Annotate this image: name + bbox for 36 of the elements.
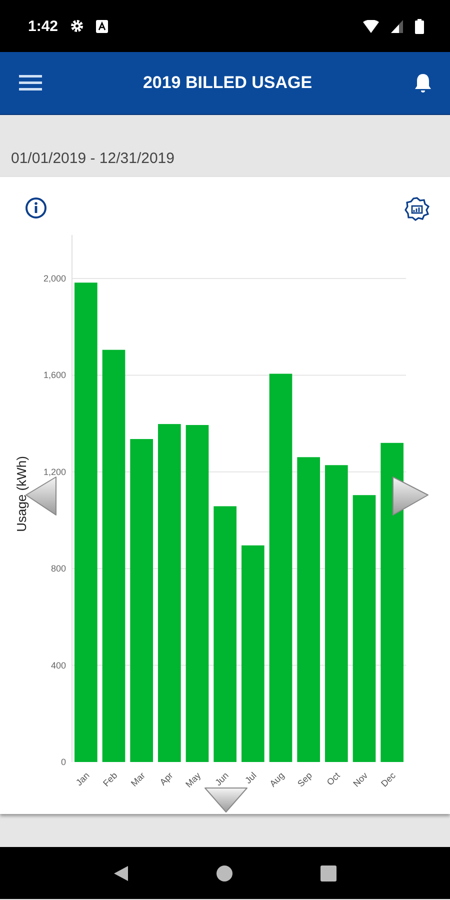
page-title: 2019 BILLED USAGE (142, 73, 314, 93)
clock-time: 1:42 (28, 18, 58, 34)
text-box-icon (96, 20, 108, 32)
axis-category-label: Dec (379, 770, 398, 789)
axis-category-label: Sep (296, 770, 314, 789)
signal-icon (391, 20, 403, 32)
axis-category-label: Mar (128, 770, 147, 788)
axis-tick-label: 400 (50, 660, 66, 670)
gear-icon (70, 19, 84, 33)
axis-category-label: Feb (101, 770, 120, 788)
recents-button[interactable] (320, 864, 337, 882)
axis-category-label: Apr (158, 770, 175, 788)
notifications-button[interactable] (412, 72, 434, 94)
expand-arrow-button[interactable] (204, 788, 248, 812)
wifi-icon (363, 20, 379, 32)
menu-button[interactable] (19, 74, 43, 92)
axis-tick-label: 1,600 (43, 370, 66, 380)
axis-category-label: Jan (74, 770, 92, 788)
axis-category-label: Jun (213, 770, 230, 788)
axis-tick-label: 0 (60, 757, 66, 767)
axis-category-label: Jul (243, 770, 258, 786)
date-range: 01/01/2019 - 12/31/2019 (11, 150, 174, 167)
axis-tick-label: 2,000 (43, 274, 66, 284)
home-button[interactable] (216, 864, 233, 882)
axis-category-label: Oct (324, 770, 342, 788)
axis-category-label: May (184, 770, 203, 790)
next-arrow-button[interactable] (392, 476, 428, 516)
axis-title: Usage (kWh) (14, 456, 29, 532)
axis-category-label: Nov (351, 770, 370, 789)
axis-tick-label: 1,200 (43, 466, 66, 477)
back-button[interactable] (113, 864, 130, 882)
battery-icon (415, 18, 424, 34)
axis-category-label: Aug (268, 770, 286, 789)
chart-settings-button[interactable] (404, 197, 430, 221)
axis-tick-label: 800 (50, 564, 66, 574)
info-button[interactable] (25, 197, 47, 221)
